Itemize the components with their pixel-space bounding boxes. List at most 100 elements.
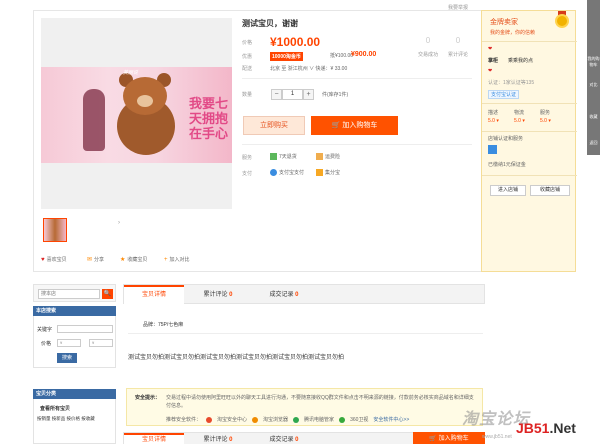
service-tag-return[interactable]: 7天退货 [270,153,297,160]
stat-label: 累计评论 [447,52,468,58]
tab-count: 0 [229,437,233,443]
tab-records[interactable]: 成交记录 0 [254,285,314,305]
banner-image: 美丽说 我要七天拥抱在手心 [41,67,232,163]
service-tag-label: 7天退货 [279,154,297,160]
stat-number: 0 [455,36,461,45]
seller-subheader: 我的金牌，你的信赖 [490,30,536,36]
alipay-icon [270,169,277,176]
score-label-ship: 物流 [514,110,525,116]
qty-plus-button[interactable]: + [303,89,314,100]
category-header: 宝贝分类 [33,389,116,399]
pay-tag-label: 支付宝支付 [279,170,305,176]
safety-body: 交易过程中请勿使用阿里旺旺以外的聊天工具进行沟通，不要随意接收QQ群文件和点击不… [166,395,474,409]
insurance-icon [316,153,323,160]
enter-store-button[interactable]: 进入店铺 [490,185,526,196]
browser-icon [252,416,259,423]
store-search-button[interactable]: 搜索 [57,353,77,363]
main-image[interactable]: 美丽说 我要七天拥抱在手心 [41,18,232,209]
pay-tag-label: 集分宝 [325,170,341,176]
tool-link[interactable]: 360卫视 [350,416,368,423]
qualification-icon[interactable] [488,145,497,154]
tool-link[interactable]: 腾讯电脑管家 [304,416,334,423]
tab-details[interactable]: 宝贝详情 [124,433,184,444]
return-icon [270,153,277,160]
banner-brand: 美丽说 [123,70,139,76]
price-label: 价格 [41,341,52,347]
tool-link[interactable]: 安全软件中心>> [373,416,409,423]
seller-name[interactable]: 乘乘我的点 [508,57,533,64]
safety-tools: 推荐安全软件： 淘宝安全中心 淘宝浏览器 腾讯电脑管家 360卫视 安全软件中心… [166,416,409,423]
detail-tabbar: 宝贝详情 累计评论 0 成交记录 0 [123,284,485,305]
tab-label: 宝贝详情 [141,437,166,443]
service-label: 服务 [242,155,253,161]
points-icon [316,169,323,176]
tab-reviews[interactable]: 累计评论 0 [188,433,248,444]
add-to-cart-button[interactable]: 🛒 加入购物车 [311,116,398,135]
deposit-text: 已缴纳1元保证金 [488,162,526,168]
side-top-link[interactable]: 返回 [587,140,600,146]
thumbnail[interactable] [43,218,67,242]
tool-link[interactable]: 淘宝安全中心 [217,416,247,423]
score-label-desc: 描述 [488,110,499,116]
favorite-store-button[interactable]: 收藏店铺 [530,185,570,196]
promo-label: 优惠 [242,54,253,60]
keyword-input[interactable] [57,325,113,333]
qty-minus-button[interactable]: − [271,89,282,100]
heart-icon: ❤ [488,46,493,52]
price-to-input[interactable]: ¥ [89,339,113,347]
buy-now-button[interactable]: 立即购买 [243,116,305,135]
store-search-input[interactable] [38,289,100,299]
qty-unit: 件(库存1件) [322,92,349,98]
bear-snout [137,95,153,107]
price-from-input[interactable]: ¥ [57,339,81,347]
all-items-link[interactable]: 查看所有宝贝 [40,405,70,412]
side-favorite-link[interactable]: 收藏 [587,114,600,120]
tab-label: 宝贝详情 [141,292,166,298]
pay-tag-alipay[interactable]: 支付宝支付 [270,169,304,176]
stat-reviews[interactable]: 0 累计评论 [438,36,478,58]
thumbnail-next-arrow[interactable]: › [118,220,120,226]
search-icon[interactable]: 🔍 [102,289,113,299]
action-favorite[interactable]: ★ 收藏宝贝 [120,256,147,263]
girl-figure [83,89,105,151]
qty-input[interactable]: 1 [282,89,303,100]
qualification-label: 店铺认证和服务 [488,136,524,142]
pay-tag-points[interactable]: 集分宝 [316,169,340,176]
watermark-net: .Net [549,420,576,436]
cart-label: 加入购物车 [342,122,378,129]
tencent-icon [293,416,300,423]
tool-link[interactable]: 淘宝浏览器 [263,416,288,423]
sort-links[interactable]: 按销量 按新品 按价格 按收藏 [37,416,95,422]
product-title: 测试宝贝，谢谢 [242,19,298,28]
store-search-header: 本店搜索 [33,306,116,316]
tab-reviews[interactable]: 累计评论 0 [188,285,248,305]
side-compare-link[interactable]: 对比 [587,82,600,88]
alipay-badge: 支付宝认证 [488,90,520,99]
promo-price: ¥900.00 [351,51,377,58]
tab-count: 0 [295,292,299,298]
cart-icon: 🛒 [429,436,437,442]
tab-records[interactable]: 成交记录 0 [254,433,314,444]
credit-heart-icon: ❤ [488,68,493,74]
ship-text[interactable]: 北京 至 浙江杭州 ∨ 快递：¥ 33.00 [270,65,347,72]
action-compare[interactable]: + 加入对比 [164,256,190,264]
banner-slogan: 我要七天拥抱在手心 [188,97,228,142]
heart-icon: ♥ [41,256,45,263]
promo-text: 抵¥100.00 [330,53,354,59]
price-value: ¥1000.00 [270,35,321,49]
action-share[interactable]: ✉ 分享 [87,256,104,263]
side-cart-link[interactable]: 我的购物车 [587,56,600,68]
shield-icon [206,416,213,423]
seller-header: 金牌卖家 [490,19,518,26]
action-like[interactable]: ♥ 喜欢宝贝 [41,256,67,264]
service-tag-insurance[interactable]: 运费险 [316,153,340,160]
safety-notice: 安全提示： 交易过程中请勿使用阿里旺旺以外的聊天工具进行沟通，不要随意接收QQ群… [126,388,483,426]
seller-panel: 金牌卖家 我的金牌，你的信赖 ❤ 掌柜 乘乘我的点 ❤ 认证：1家认证等135 … [481,10,577,272]
action-label: 分享 [94,257,105,263]
tab-label: 成交记录 [269,292,294,298]
sticky-add-to-cart-button[interactable]: 🛒 加入购物车 [413,432,485,444]
tab-details[interactable]: 宝贝详情 [124,285,184,305]
plus-icon: + [164,256,168,263]
cart-label: 加入购物车 [438,436,469,442]
divider [128,333,483,334]
